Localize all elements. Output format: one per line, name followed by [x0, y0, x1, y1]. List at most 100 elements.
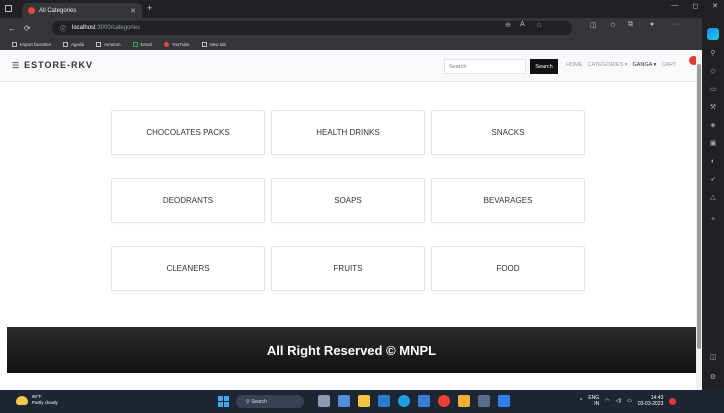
tab-all-categories[interactable]: All Categories ✕ — [22, 3, 142, 18]
brand-name: ESTORE-RKV — [24, 60, 94, 70]
tab-title: All Categories — [39, 7, 77, 14]
category-card-cleaners[interactable]: CLEANERS — [111, 246, 265, 291]
page-icon — [201, 41, 207, 47]
tools-icon[interactable]: ⚒ — [709, 104, 717, 112]
system-tray: ^ ENG IN ◠ ◁) ▭ 14:43 03-03-2023 — [580, 395, 677, 407]
nav-user-ganga[interactable]: GANGA ▾ — [632, 62, 656, 68]
favorites-icon[interactable]: ✩ — [610, 21, 616, 29]
tab-close-icon[interactable]: ✕ — [130, 7, 136, 15]
task-view-icon[interactable] — [338, 395, 350, 407]
search-button[interactable]: Search — [530, 59, 558, 74]
browser-tab-bar: All Categories ✕ + — ◻ ✕ — [0, 0, 724, 18]
site-navbar: ☰ ESTORE-RKV Search HOME CATEGORIES ▾ GA… — [0, 50, 696, 82]
taskbar-apps — [318, 395, 510, 407]
cloud-sun-icon — [16, 395, 28, 405]
address-toolbar: ← ⟳ ⓘ localhost:3000/categories ⊖ A ☆ ◫ … — [0, 18, 724, 38]
read-aloud-icon[interactable]: A — [520, 21, 525, 28]
games-icon[interactable]: ◈ — [709, 122, 717, 130]
battery-icon[interactable]: ▭ — [627, 398, 632, 404]
favorite-star-icon[interactable]: ☆ — [536, 21, 542, 29]
web-page: ☰ ESTORE-RKV Search HOME CATEGORIES ▾ GA… — [0, 50, 696, 390]
edge-icon[interactable] — [398, 395, 410, 407]
maximize-icon[interactable]: ◻ — [692, 2, 698, 10]
category-card-chocolates[interactable]: CHOCOLATES PACKS — [111, 110, 265, 155]
wifi-icon[interactable]: ◠ — [605, 398, 609, 404]
paint-icon[interactable] — [458, 395, 470, 407]
footer-copyright: All Right Reserved © MNPL — [266, 342, 437, 358]
profile-icon[interactable]: ● — [650, 21, 654, 28]
bing-icon[interactable] — [707, 28, 719, 40]
zoom-icon[interactable]: ⊖ — [505, 21, 511, 29]
address-bar[interactable]: ⓘ localhost:3000/categories — [52, 21, 572, 35]
split-screen-icon[interactable]: ◫ — [590, 21, 597, 29]
nav-categories[interactable]: CATEGORIES ▾ — [588, 62, 628, 68]
clock[interactable]: 14:43 03-03-2023 — [638, 395, 664, 407]
refresh-icon[interactable]: ⟳ — [24, 24, 31, 33]
category-card-fruits[interactable]: FRUITS — [271, 246, 425, 291]
brand-logo[interactable]: ☰ ESTORE-RKV — [12, 60, 93, 70]
windows-taskbar: 90°F Partly cloudy ⚲ Search ^ ENG IN ◠ ◁… — [0, 390, 724, 413]
file-explorer-icon[interactable] — [358, 395, 370, 407]
nav-cart[interactable]: CART — [661, 62, 676, 68]
weather-desc: Partly cloudy — [32, 400, 58, 405]
new-tab-icon[interactable]: + — [147, 3, 152, 13]
search-icon[interactable]: ⚲ — [709, 50, 717, 58]
back-icon[interactable]: ← — [8, 24, 16, 33]
bookmark-new-tab[interactable]: New tab — [201, 41, 226, 47]
window-menu-icon[interactable] — [5, 5, 12, 12]
category-card-snacks[interactable]: SNACKS — [431, 110, 585, 155]
page-icon — [96, 41, 102, 47]
info-icon[interactable]: ⓘ — [60, 24, 66, 33]
page-scrollbar[interactable] — [696, 50, 702, 390]
notification-badge[interactable] — [669, 397, 677, 405]
tag-icon[interactable]: ◇ — [709, 68, 717, 76]
widgets-icon[interactable] — [318, 395, 330, 407]
weather-widget[interactable]: 90°F Partly cloudy — [16, 394, 58, 406]
category-card-bevarages[interactable]: BEVARAGES — [431, 178, 585, 223]
bookmark-import-favorites[interactable]: Import favorites — [12, 41, 51, 47]
office-icon[interactable]: ▣ — [709, 140, 717, 148]
category-card-food[interactable]: FOOD — [431, 246, 585, 291]
outlook-icon[interactable]: ◐ — [709, 158, 717, 166]
menu-icon[interactable]: ☰ — [12, 61, 20, 70]
shopping-bag-icon[interactable]: ▭ — [709, 86, 717, 94]
more-options-icon[interactable]: ··· — [672, 21, 679, 28]
url-text: localhost:3000/categories — [72, 25, 141, 31]
category-card-deodrants[interactable]: DEODRANTS — [111, 178, 265, 223]
category-card-health-drinks[interactable]: HEALTH DRINKS — [271, 110, 425, 155]
bookmark-email[interactable]: Email — [132, 41, 152, 47]
volume-icon[interactable]: ◁) — [616, 398, 622, 404]
category-card-soaps[interactable]: SOAPS — [271, 178, 425, 223]
page-bottom-space — [0, 373, 696, 390]
scrollbar-thumb[interactable] — [697, 64, 701, 349]
window-controls: — ◻ ✕ — [671, 2, 718, 10]
nav-links: HOME CATEGORIES ▾ GANGA ▾ CART — [566, 62, 676, 68]
bookmarks-bar: Import favorites Agoda Amazon Email YouT… — [0, 38, 724, 50]
tree-icon[interactable]: △ — [709, 194, 717, 202]
mail-icon[interactable] — [418, 395, 430, 407]
taskbar-search-label: Search — [251, 398, 267, 405]
minimize-icon[interactable]: — — [671, 2, 678, 10]
bookmark-agoda[interactable]: Agoda — [63, 41, 84, 47]
taskbar-search[interactable]: ⚲ Search — [236, 395, 304, 408]
sidebar-toggle-icon[interactable]: ◫ — [709, 354, 717, 362]
add-icon[interactable]: + — [709, 216, 717, 224]
email-icon — [132, 41, 138, 47]
tray-chevron-icon[interactable]: ^ — [580, 398, 582, 404]
settings-icon[interactable]: ⚙ — [709, 374, 717, 382]
send-icon[interactable]: ➶ — [709, 176, 717, 184]
language-indicator[interactable]: ENG IN — [588, 395, 599, 407]
windows-start-icon[interactable] — [218, 396, 229, 407]
cart-badge — [689, 56, 696, 65]
bookmark-amazon[interactable]: Amazon — [96, 41, 121, 47]
terminal-icon[interactable] — [478, 395, 490, 407]
bookmark-youtube[interactable]: YouTube — [163, 41, 190, 47]
store-icon[interactable] — [378, 395, 390, 407]
search-input[interactable] — [444, 59, 526, 74]
vscode-icon[interactable] — [498, 395, 510, 407]
youtube-icon — [163, 41, 169, 47]
nav-home[interactable]: HOME — [566, 62, 583, 68]
chrome-icon[interactable] — [438, 395, 450, 407]
close-window-icon[interactable]: ✕ — [712, 2, 718, 10]
collections-icon[interactable]: ⧉ — [628, 21, 633, 29]
